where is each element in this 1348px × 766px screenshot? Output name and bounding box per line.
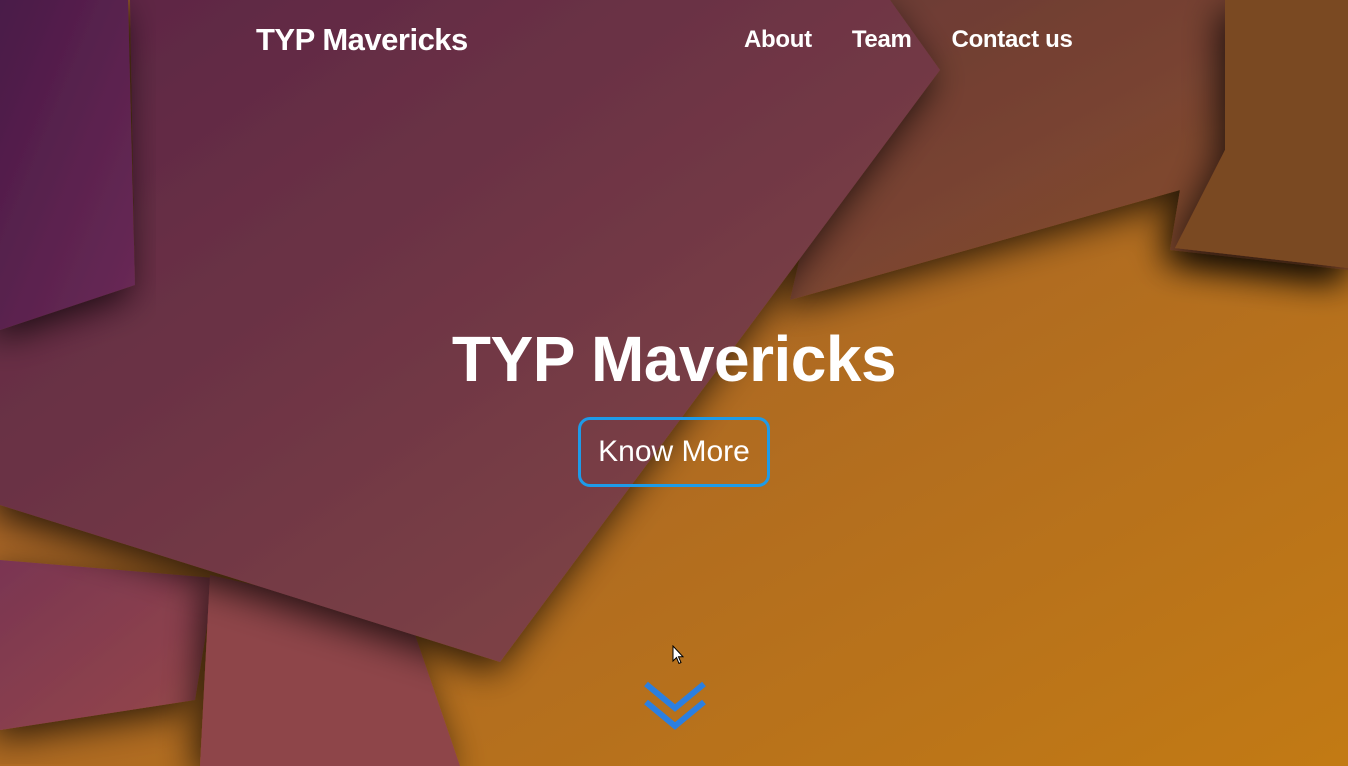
double-chevron-down-icon[interactable] bbox=[642, 678, 708, 734]
landing-page: TYP Mavericks About Team Contact us TYP … bbox=[0, 0, 1348, 766]
nav-link-contact[interactable]: Contact us bbox=[952, 26, 1073, 54]
brand-logo-link[interactable]: TYP Mavericks bbox=[256, 22, 468, 58]
hero-title: TYP Mavericks bbox=[451, 323, 897, 395]
top-navbar: TYP Mavericks About Team Contact us bbox=[0, 0, 1348, 80]
mouse-pointer-icon bbox=[672, 645, 684, 665]
nav-link-team[interactable]: Team bbox=[852, 26, 912, 54]
know-more-button[interactable]: Know More bbox=[578, 417, 770, 487]
nav-links: About Team Contact us bbox=[744, 26, 1073, 54]
nav-link-about[interactable]: About bbox=[744, 26, 812, 54]
